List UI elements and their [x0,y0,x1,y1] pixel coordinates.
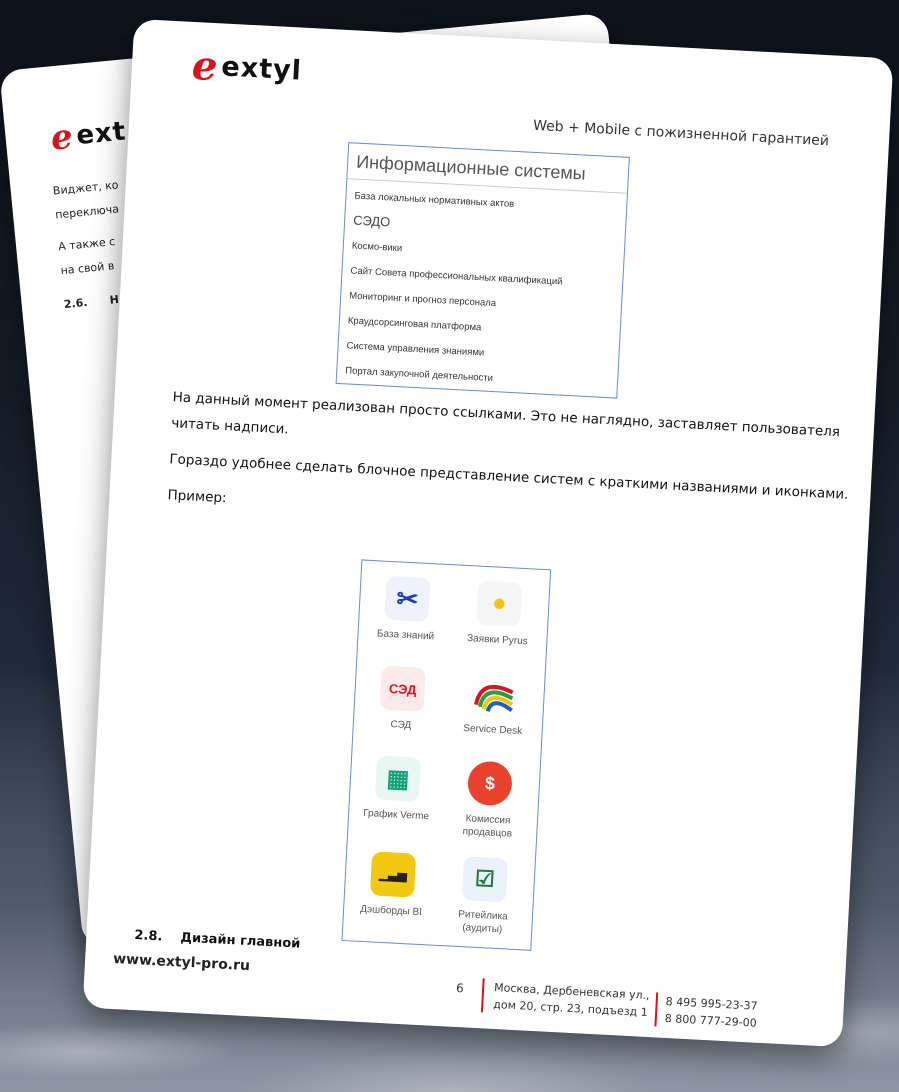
paragraph-2: Гораздо удобнее сделать блочное представ… [169,451,849,503]
tile-verme[interactable]: ▦ График Verme [351,754,444,824]
systems-tiles-example: ✂ База знаний ● Заявки Pyrus СЭД СЭД Ser… [341,559,552,951]
tile-retailika[interactable]: ☑ Ритейлика (аудиты) [437,855,531,938]
phone-2: 8 800 777-29-00 [664,1011,757,1030]
bar-chart-icon: ▁▃▅ [369,851,417,898]
front-document-page: e extyl Web + Mobile с пожизненной гаран… [82,18,894,1048]
tile-label: База знаний [376,628,435,643]
tile-bi-dashboards[interactable]: ▁▃▅ Дэшборды BI [346,850,439,920]
back-line-3: А также с [57,234,116,254]
rainbow-arcs-icon [471,670,518,717]
back-line-2: переключа [54,202,120,222]
section-heading: 2.8. Дизайн главной [134,928,301,952]
tile-label: Заявки Pyrus [466,633,528,648]
sed-icon: СЭД [379,665,426,712]
logo-mark-icon: e [190,41,219,91]
section-title: Дизайн главной [180,930,301,952]
tile-pyrus[interactable]: ● Заявки Pyrus [452,579,545,649]
logo-word: ext [75,116,128,152]
back-section-title: Н [109,292,120,307]
back-logo: e ext [49,111,128,158]
back-line-4: на свой в [60,259,115,278]
tile-service-desk[interactable]: Service Desk [447,669,540,739]
tagline: Web + Mobile с пожизненной гарантией [532,117,830,150]
footer-website[interactable]: www.extyl-pro.ru [113,951,251,974]
footer-address: Москва, Дербеневская ул., дом 20, стр. 2… [480,978,651,1022]
tile-label: Дэшборды BI [359,903,423,919]
tile-label: СЭД [390,719,412,732]
front-logo: e extyl [191,42,303,95]
tile-knowledge-base[interactable]: ✂ База знаний [360,575,453,645]
footer-phones: 8 495 995-23-37 8 800 777-29-00 [654,992,758,1032]
tile-label: Ритейлика (аудиты) [457,908,508,936]
logo-word: extyl [220,51,303,87]
section-number: 2.8. [134,928,163,945]
logo-mark-icon: e [49,116,75,159]
checklist-camera-icon: ☑ [461,856,508,903]
paragraph-1-line-2: читать надписи. [170,415,290,438]
tile-sales-commission[interactable]: $ Комиссия продавцов [442,759,536,842]
back-line-1: Виджет, ко [52,178,120,198]
tile-label: Service Desk [462,722,523,738]
tile-label: Комиссия продавцов [462,813,513,840]
pear-icon: ● [476,580,523,627]
page-number: 6 [455,980,465,996]
coins-icon: $ [466,760,514,807]
example-label: Пример: [167,487,227,507]
scissors-icon: ✂ [384,575,431,622]
back-section-number: 2.6. [63,295,89,312]
info-systems-screenshot: Информационные системы База локальных но… [335,142,630,399]
tile-sed[interactable]: СЭД СЭД [356,664,449,734]
calendar-clock-icon: ▦ [374,755,422,802]
tile-label: График Verme [362,807,430,823]
